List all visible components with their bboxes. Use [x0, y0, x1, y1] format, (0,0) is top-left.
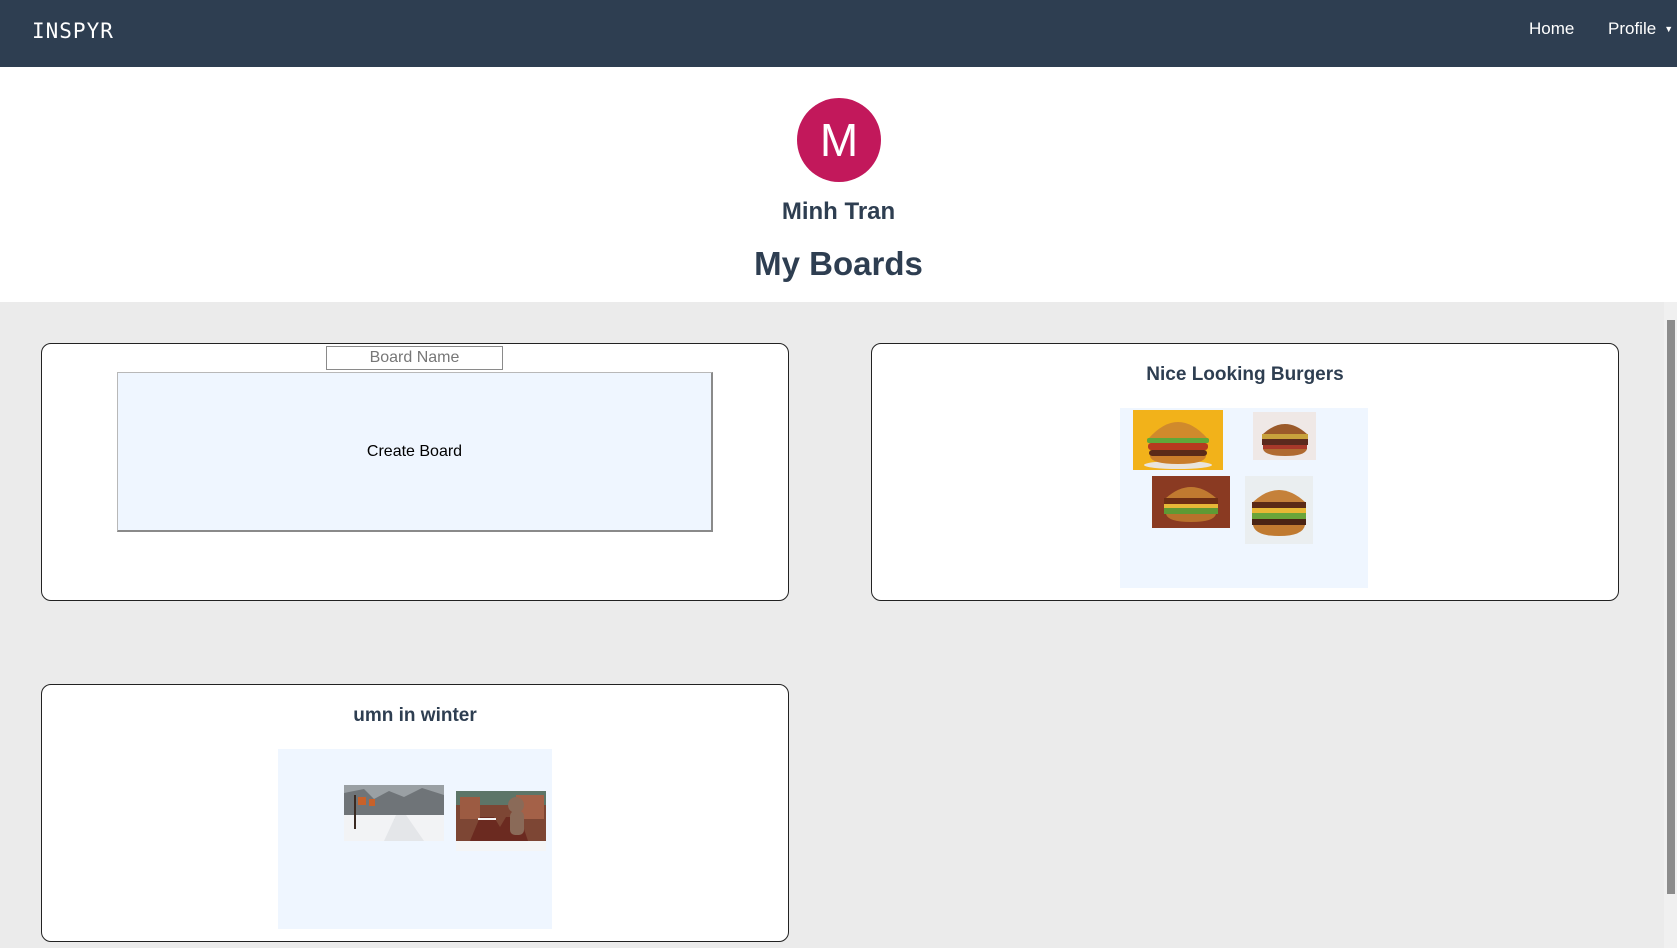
create-board-button[interactable]: Create Board — [117, 372, 713, 532]
board-title[interactable]: umn in winter — [42, 705, 788, 727]
gopher-statue-in-snow-image[interactable] — [456, 791, 546, 851]
board-preview — [278, 749, 552, 929]
board-card-umn-winter[interactable]: umn in winter — [41, 684, 789, 942]
snowy-campus-walkway-image[interactable] — [344, 785, 444, 841]
board-preview — [1120, 408, 1368, 588]
scrollbar-thumb[interactable] — [1667, 320, 1675, 894]
burger-image[interactable] — [1152, 476, 1230, 528]
user-name: Minh Tran — [781, 198, 896, 225]
avatar: M — [797, 98, 881, 182]
page-scrollbar[interactable] — [1664, 302, 1677, 948]
page-title: My Boards — [754, 245, 923, 282]
navbar: INSPYR Home Profile ▼ — [0, 0, 1677, 67]
create-board-card: Create Board — [41, 343, 789, 601]
nav-profile-dropdown[interactable]: Profile ▼ — [1608, 19, 1673, 39]
burger-image[interactable] — [1253, 412, 1316, 460]
caret-down-icon: ▼ — [1664, 24, 1674, 34]
brand-logo[interactable]: INSPYR — [32, 19, 114, 43]
board-card-burgers[interactable]: Nice Looking Burgers — [871, 343, 1619, 601]
nav-profile-label: Profile — [1608, 19, 1657, 38]
burger-image[interactable] — [1133, 410, 1223, 470]
boards-area: Create Board Nice Looking Burgers — [0, 302, 1677, 948]
burger-image[interactable] — [1245, 476, 1313, 544]
nav-home-link[interactable]: Home — [1529, 19, 1574, 39]
board-name-input[interactable] — [326, 346, 503, 370]
board-title[interactable]: Nice Looking Burgers — [872, 364, 1618, 386]
